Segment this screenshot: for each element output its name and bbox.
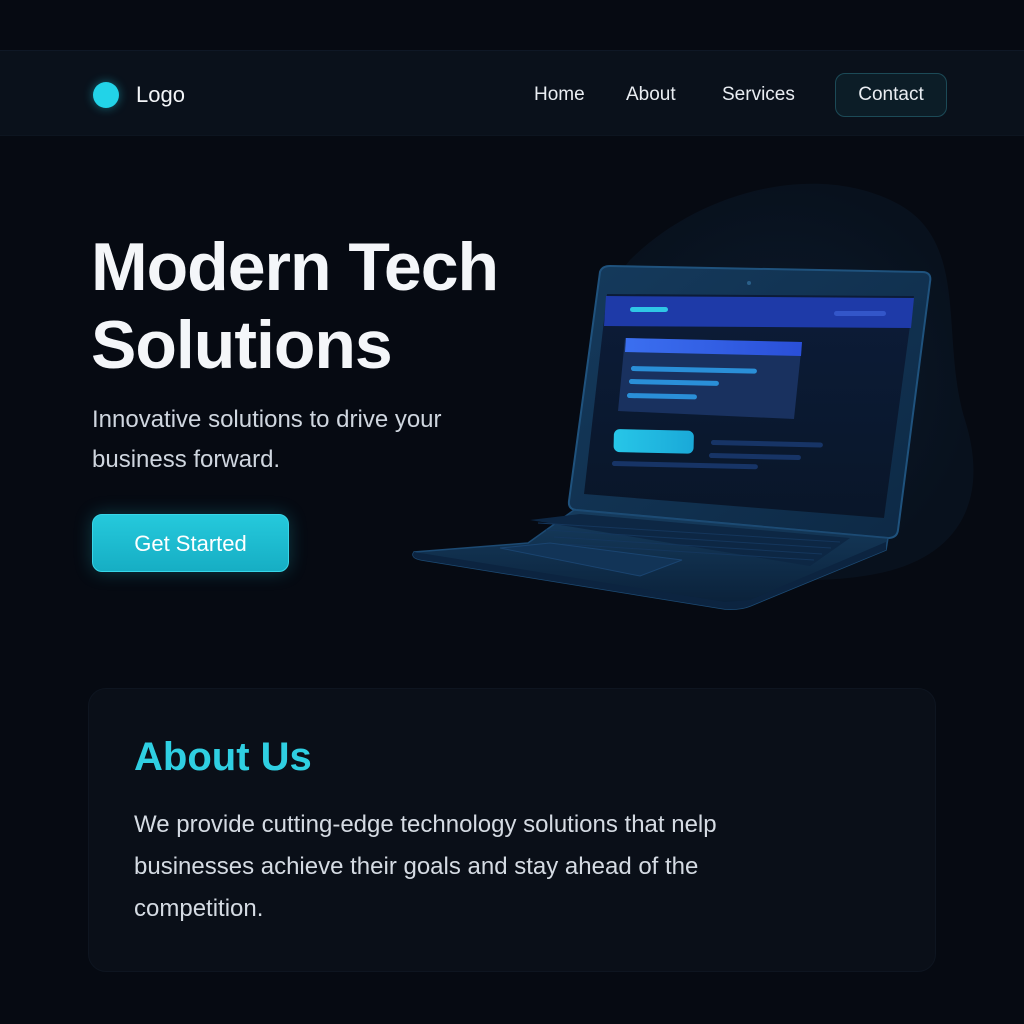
screen-button bbox=[613, 429, 694, 454]
nav-link-about[interactable]: About bbox=[626, 83, 676, 107]
about-heading: About Us bbox=[134, 735, 312, 779]
get-started-button[interactable]: Get Started bbox=[92, 514, 289, 572]
about-body-text: We provide cutting-edge technology solut… bbox=[134, 811, 717, 922]
screen-header-left-line bbox=[630, 307, 668, 312]
nav-contact-button[interactable]: Contact bbox=[835, 73, 947, 117]
screen-header-right-line bbox=[834, 311, 886, 316]
logo-text[interactable]: Logo bbox=[136, 82, 185, 108]
laptop-camera bbox=[747, 281, 751, 285]
nav-link-services[interactable]: Services bbox=[722, 83, 795, 107]
nav-link-home[interactable]: Home bbox=[534, 83, 585, 107]
laptop-illustration bbox=[412, 183, 974, 610]
logo-icon[interactable] bbox=[93, 82, 119, 108]
